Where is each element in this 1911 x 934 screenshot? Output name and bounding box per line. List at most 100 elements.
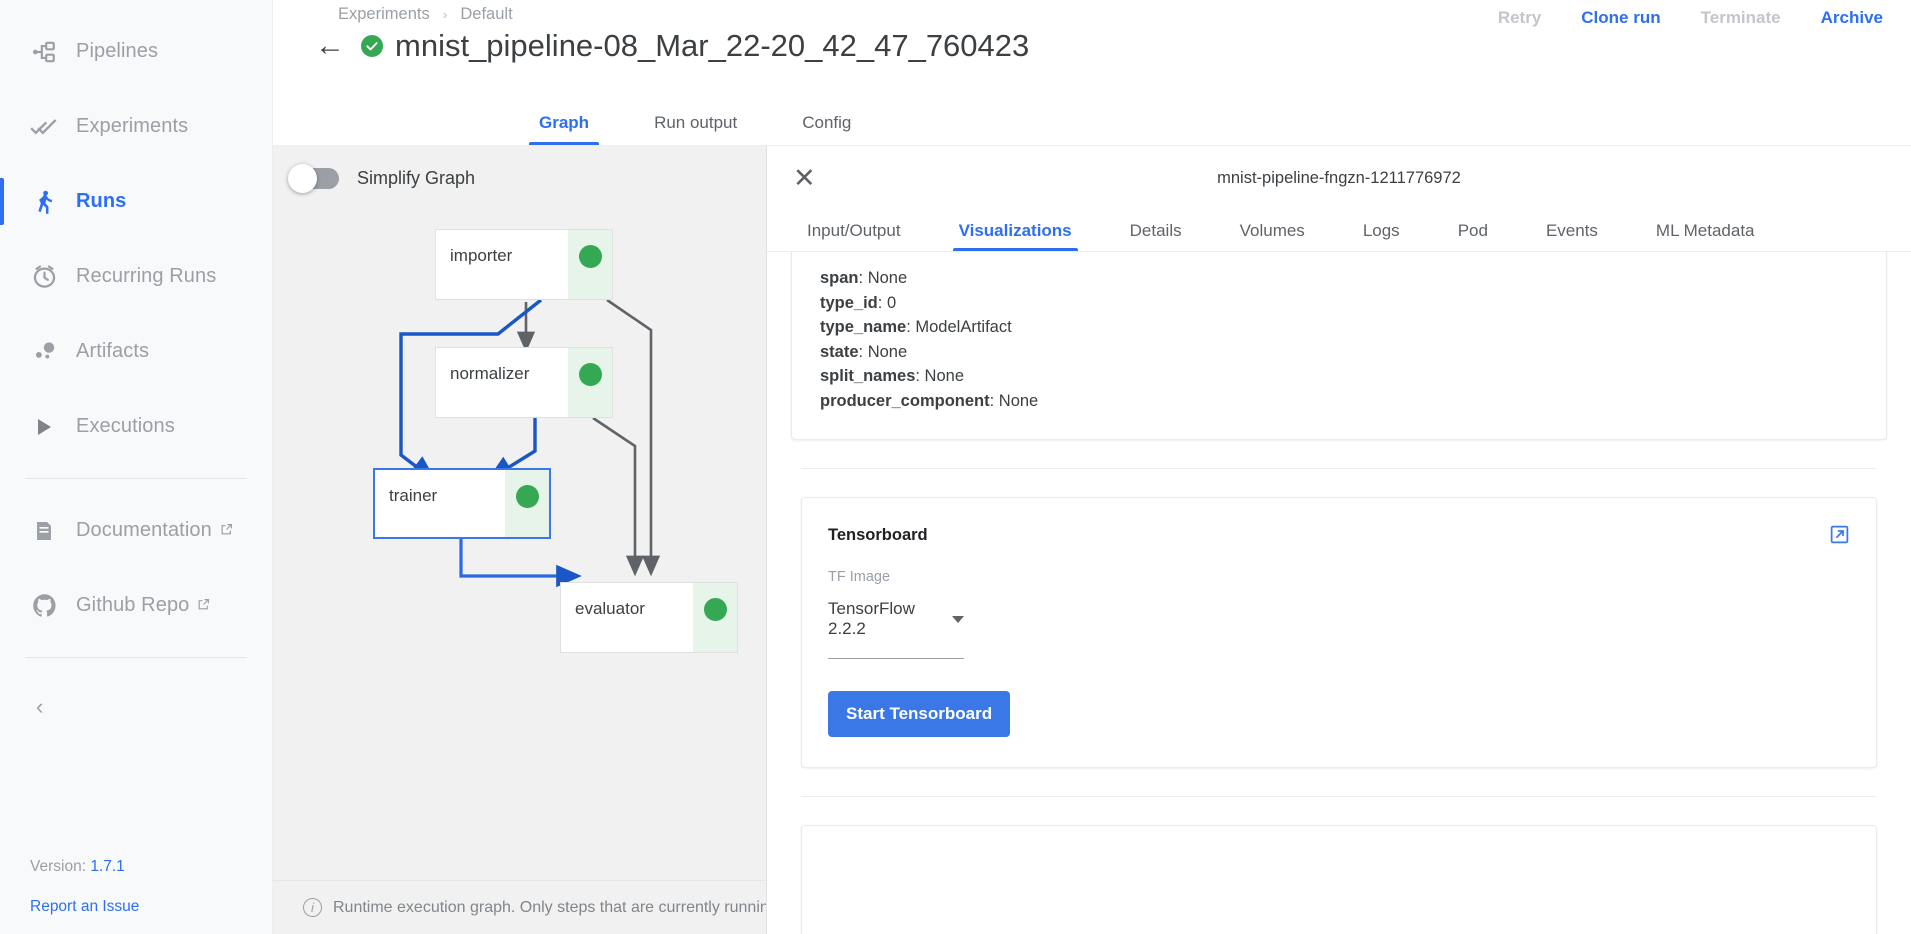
sidebar-item-documentation[interactable]: Documentation [0, 493, 272, 568]
graph-node-importer[interactable]: importer [435, 229, 613, 300]
tab-events[interactable]: Events [1540, 221, 1604, 251]
graph-node-status [562, 583, 737, 652]
graph-node-label: importer [450, 246, 513, 265]
recurring-runs-icon [22, 263, 66, 290]
open-in-new-icon[interactable] [1829, 524, 1850, 550]
graph-node-label: trainer [389, 486, 438, 505]
node-success-icon [562, 586, 727, 621]
breadcrumb-separator: › [442, 6, 448, 22]
section-divider-1 [801, 468, 1877, 469]
metadata-key: state [820, 342, 859, 361]
graph-node-trainer[interactable]: trainer [373, 468, 551, 539]
metadata-key: type_name [820, 318, 907, 336]
sidebar-collapse-button[interactable]: ‹ [0, 672, 272, 720]
metadata-value: None [867, 342, 908, 361]
start-tensorboard-button[interactable]: Start Tensorboard [828, 691, 1011, 737]
version-row: Version: 1.7.1 [30, 858, 272, 876]
sidebar-item-executions[interactable]: Executions [0, 389, 272, 464]
simplify-graph-toggle[interactable] [288, 163, 339, 193]
github-icon [22, 592, 66, 619]
node-side-panel: ✕ mnist-pipeline-fngzn-1211776972 Input/… [767, 146, 1911, 934]
metadata-value: None [924, 367, 964, 385]
tensorboard-card: Tensorboard TF Image TensorFlow 2.2.2 St… [801, 497, 1877, 768]
experiments-icon [22, 113, 66, 141]
tab-visualizations[interactable]: Visualizations [952, 221, 1078, 251]
breadcrumb-item-experiments[interactable]: Experiments [338, 5, 430, 24]
runs-icon [22, 189, 66, 215]
terminate-button[interactable]: Terminate [1701, 8, 1781, 28]
artifacts-icon [22, 338, 66, 365]
side-panel-node-name: mnist-pipeline-fngzn-1211776972 [1217, 168, 1461, 187]
archive-button[interactable]: Archive [1821, 8, 1883, 28]
graph-node-label: evaluator [575, 599, 645, 618]
metadata-value: 0 [886, 293, 897, 312]
tab-run-output[interactable]: Run output [644, 113, 747, 145]
sidebar-item-pipelines[interactable]: Pipelines [0, 14, 272, 89]
metadata-key: producer_component [820, 391, 990, 410]
graph-node-normalizer[interactable]: normalizer [435, 347, 613, 418]
top-bar: Experiments › Default ← mnist_pipeline-0… [273, 0, 1911, 94]
metadata-key: type_id [820, 293, 878, 312]
content-body: Simplify Graph importer normalizer train… [273, 146, 1911, 934]
sidebar-item-label: Recurring Runs [76, 265, 217, 287]
metadata-value: None [998, 391, 1039, 410]
external-link-icon [220, 523, 233, 539]
tab-volumes[interactable]: Volumes [1234, 221, 1311, 251]
tf-image-label: TF Image [828, 569, 891, 585]
section-divider-2 [801, 796, 1877, 797]
toggle-knob [288, 163, 317, 193]
sidebar-item-github-repo[interactable]: Github Repo [0, 568, 272, 643]
version-link[interactable]: 1.7.1 [90, 858, 124, 875]
simplify-graph-row: Simplify Graph [273, 146, 766, 196]
sidebar-item-label: Runs [76, 190, 127, 212]
sidebar: Pipelines Experiments Runs Recurring Run… [0, 0, 273, 934]
metadata-row: span: None [820, 269, 908, 287]
sidebar-divider-2 [25, 657, 247, 658]
retry-button[interactable]: Retry [1498, 8, 1541, 28]
main-area: Experiments › Default ← mnist_pipeline-0… [273, 0, 1911, 934]
version-label: Version: [30, 858, 87, 875]
report-issue-link[interactable]: Report an Issue [30, 898, 272, 916]
tab-input-output[interactable]: Input/Output [801, 221, 907, 251]
sidebar-footer: Version: 1.7.1 Report an Issue [0, 858, 272, 934]
node-success-icon [376, 473, 539, 508]
node-success-icon [437, 351, 602, 386]
pipelines-icon [22, 39, 66, 65]
close-icon[interactable]: ✕ [793, 164, 816, 192]
run-status-success-icon [361, 35, 383, 57]
clone-run-button[interactable]: Clone run [1581, 8, 1660, 28]
node-success-icon [437, 233, 602, 268]
tf-image-selected-value: TensorFlow 2.2.2 [828, 599, 915, 638]
external-link-icon [197, 598, 210, 614]
tf-image-select[interactable]: TensorFlow 2.2.2 [828, 599, 964, 659]
sidebar-item-experiments[interactable]: Experiments [0, 89, 272, 164]
graph-node-status [437, 230, 612, 299]
tab-graph[interactable]: Graph [529, 113, 600, 145]
chevron-left-icon: ‹ [36, 694, 44, 719]
breadcrumb-item-default[interactable]: Default [460, 5, 512, 24]
tab-ml-metadata[interactable]: ML Metadata [1650, 221, 1761, 251]
metadata-value: None [867, 269, 908, 287]
tab-pod[interactable]: Pod [1452, 221, 1494, 251]
page-title: mnist_pipeline-08_Mar_22-20_42_47_760423 [395, 28, 1030, 63]
metadata-row: type_id: 0 [820, 293, 897, 312]
tab-details[interactable]: Details [1124, 221, 1188, 251]
back-arrow-icon[interactable]: ← [315, 31, 355, 61]
graph-node-status [437, 348, 612, 417]
tensorboard-title: Tensorboard [828, 526, 928, 544]
simplify-graph-label: Simplify Graph [357, 167, 476, 188]
artifact-metadata-card: span: None type_id: 0 type_name: ModelAr… [791, 252, 1887, 440]
graph-node-evaluator[interactable]: evaluator [560, 582, 738, 653]
run-tabs: Graph Run output Config [273, 94, 1911, 146]
sidebar-item-artifacts[interactable]: Artifacts [0, 314, 272, 389]
sidebar-item-runs[interactable]: Runs [0, 164, 272, 239]
tab-config[interactable]: Config [792, 113, 861, 145]
tab-logs[interactable]: Logs [1357, 221, 1406, 251]
metadata-row: state: None [820, 342, 908, 361]
sidebar-item-recurring-runs[interactable]: Recurring Runs [0, 239, 272, 314]
side-panel-body[interactable]: span: None type_id: 0 type_name: ModelAr… [767, 252, 1911, 934]
sidebar-item-label: Documentation [76, 519, 212, 541]
graph-canvas[interactable]: importer normalizer trainer evaluator [273, 196, 766, 880]
side-panel-header: ✕ mnist-pipeline-fngzn-1211776972 [767, 146, 1911, 210]
sidebar-item-label: Executions [76, 415, 175, 437]
